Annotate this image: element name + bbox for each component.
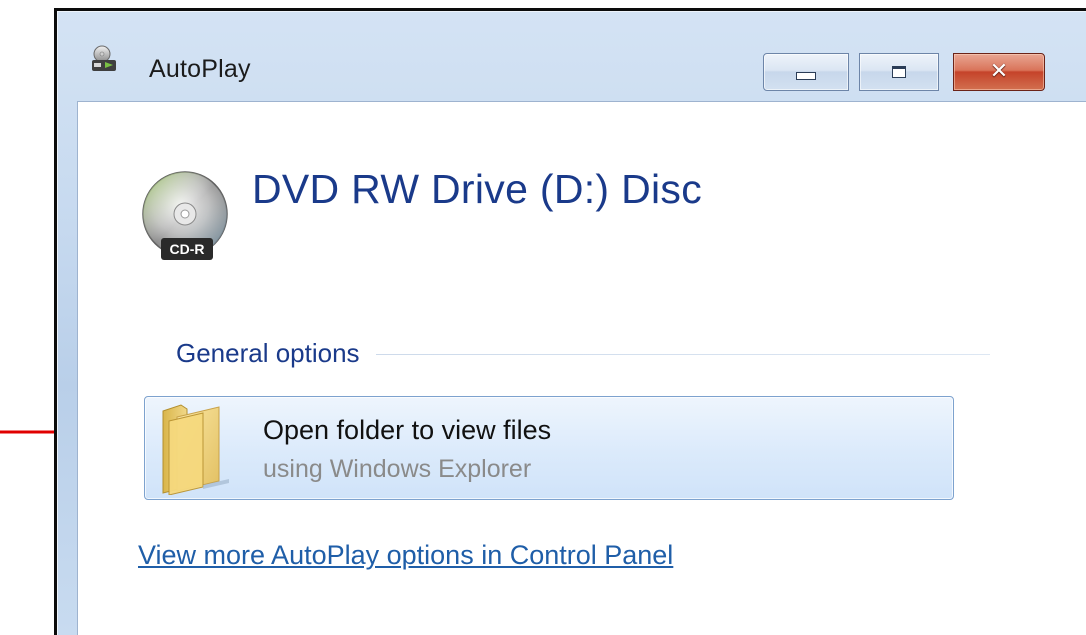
control-panel-link[interactable]: View more AutoPlay options in Control Pa… bbox=[138, 540, 673, 571]
caption-buttons: ✕ bbox=[763, 53, 1051, 91]
option-subtitle: using Windows Explorer bbox=[263, 455, 532, 483]
window-title: AutoPlay bbox=[149, 55, 251, 83]
minimize-icon bbox=[796, 72, 816, 80]
screenshot-canvas: AutoPlay ✕ CD-R DVD RW Drive (D:) Disc G… bbox=[0, 0, 1086, 635]
close-button[interactable]: ✕ bbox=[953, 53, 1045, 91]
section-label: General options bbox=[176, 338, 376, 369]
folder-icon bbox=[162, 404, 229, 495]
disc-badge-label: CD-R bbox=[170, 241, 205, 257]
autoplay-app-icon bbox=[92, 45, 116, 71]
maximize-button[interactable] bbox=[859, 53, 939, 91]
open-folder-option[interactable]: Open folder to view files using Windows … bbox=[144, 396, 954, 500]
dialog-content: CD-R DVD RW Drive (D:) Disc General opti… bbox=[77, 101, 1086, 635]
title-bar[interactable]: AutoPlay ✕ bbox=[57, 11, 1086, 101]
close-icon: ✕ bbox=[989, 59, 1009, 84]
device-title: DVD RW Drive (D:) Disc bbox=[252, 166, 702, 212]
minimize-button[interactable] bbox=[763, 53, 849, 91]
general-options-header: General options bbox=[176, 338, 990, 369]
cd-r-disc-icon: CD-R bbox=[142, 171, 228, 260]
autoplay-window: AutoPlay ✕ CD-R DVD RW Drive (D:) Disc G… bbox=[54, 8, 1086, 635]
restore-icon bbox=[892, 66, 906, 78]
option-title: Open folder to view files bbox=[263, 415, 552, 445]
